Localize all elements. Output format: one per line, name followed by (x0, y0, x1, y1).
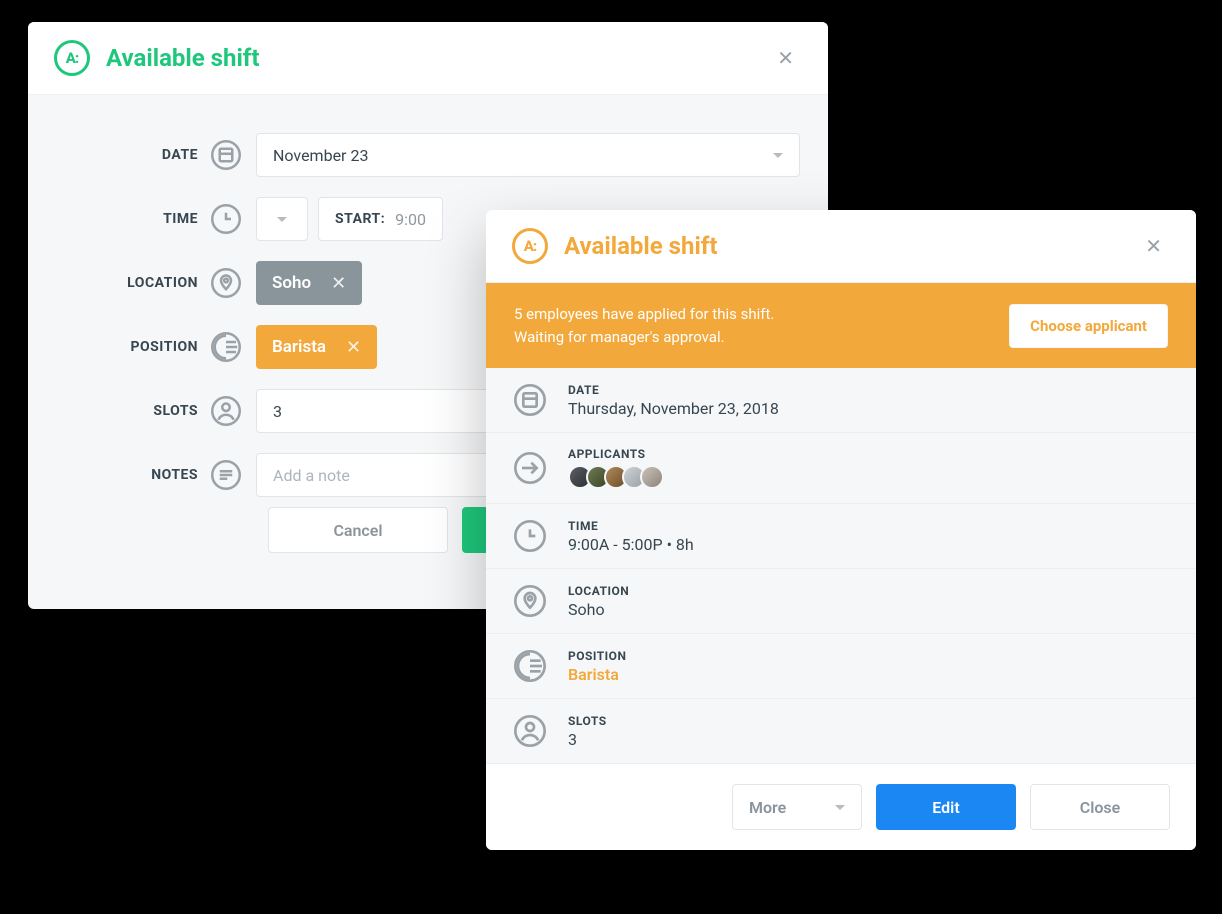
slots-value: 3 (273, 402, 282, 421)
applicant-avatars[interactable] (568, 465, 664, 489)
detail-position: POSITION Barista (486, 634, 1196, 699)
calendar-icon (208, 137, 244, 173)
app-logo-icon: A: (512, 228, 548, 264)
slots-label: SLOTS (568, 714, 607, 728)
label-date: DATE (28, 147, 198, 163)
date-label: DATE (568, 383, 779, 397)
location-chip-label: Soho (272, 273, 311, 293)
shift-details: DATE Thursday, November 23, 2018 APPLICA… (486, 368, 1196, 764)
detail-location: LOCATION Soho (486, 569, 1196, 634)
clock-icon (208, 201, 244, 237)
row-date: DATE November 23 (28, 123, 800, 187)
chevron-down-icon (277, 217, 287, 222)
edit-modal-header: A: Available shift ✕ (28, 22, 828, 95)
label-location: LOCATION (28, 275, 198, 291)
applicants-label: APPLICANTS (568, 447, 664, 461)
applicants-banner: 5 employees have applied for this shift.… (486, 283, 1196, 368)
app-logo-icon: A: (54, 40, 90, 76)
location-pin-icon (208, 265, 244, 301)
remove-chip-icon[interactable]: ✕ (340, 337, 367, 358)
banner-text: 5 employees have applied for this shift.… (514, 303, 774, 348)
label-position: POSITION (28, 339, 198, 355)
position-label: POSITION (568, 649, 626, 663)
chevron-down-icon (835, 805, 845, 810)
start-value: 9:00 (395, 210, 426, 229)
notes-icon (208, 457, 244, 493)
view-modal-header: A: Available shift ✕ (486, 210, 1196, 283)
calendar-icon (512, 382, 548, 418)
close-icon[interactable]: ✕ (1137, 230, 1170, 262)
location-chip[interactable]: Soho ✕ (256, 261, 362, 305)
position-value: Barista (568, 665, 626, 684)
banner-line2: Waiting for manager's approval. (514, 326, 774, 349)
remove-chip-icon[interactable]: ✕ (325, 273, 352, 294)
avatar[interactable] (640, 465, 664, 489)
edit-modal-title: Available shift (106, 44, 260, 72)
position-chip-label: Barista (272, 337, 326, 357)
position-chip[interactable]: Barista ✕ (256, 325, 377, 369)
label-slots: SLOTS (28, 403, 198, 419)
choose-applicant-button[interactable]: Choose applicant (1009, 304, 1168, 348)
slots-value: 3 (568, 730, 607, 749)
time-label: TIME (568, 519, 694, 533)
start-time-input[interactable]: START: 9:00 (318, 197, 443, 241)
label-notes: NOTES (28, 467, 198, 483)
close-icon[interactable]: ✕ (769, 42, 802, 74)
date-select-value: November 23 (273, 146, 368, 165)
position-icon (512, 648, 548, 684)
location-label: LOCATION (568, 584, 629, 598)
cancel-button[interactable]: Cancel (268, 507, 448, 553)
person-icon (512, 713, 548, 749)
location-pin-icon (512, 583, 548, 619)
start-label: START: (335, 211, 385, 227)
location-value: Soho (568, 600, 629, 619)
more-button[interactable]: More (732, 784, 862, 830)
detail-time: TIME 9:00A - 5:00P • 8h (486, 504, 1196, 569)
position-icon (208, 329, 244, 365)
detail-slots: SLOTS 3 (486, 699, 1196, 764)
detail-date: DATE Thursday, November 23, 2018 (486, 368, 1196, 433)
time-value: 9:00A - 5:00P • 8h (568, 535, 694, 554)
person-icon (208, 393, 244, 429)
view-modal-title: Available shift (564, 232, 718, 260)
clock-icon (512, 518, 548, 554)
chevron-down-icon (773, 153, 783, 158)
arrow-right-circle-icon (512, 450, 548, 486)
notes-placeholder: Add a note (273, 466, 350, 485)
available-shift-view-modal: A: Available shift ✕ 5 employees have ap… (486, 210, 1196, 850)
time-preset-select[interactable] (256, 197, 308, 241)
close-button[interactable]: Close (1030, 784, 1170, 830)
date-select[interactable]: November 23 (256, 133, 800, 177)
edit-button[interactable]: Edit (876, 784, 1016, 830)
view-modal-footer: More Edit Close (486, 764, 1196, 850)
banner-line1: 5 employees have applied for this shift. (514, 303, 774, 326)
label-time: TIME (28, 211, 198, 227)
date-value: Thursday, November 23, 2018 (568, 399, 779, 418)
detail-applicants: APPLICANTS (486, 433, 1196, 504)
